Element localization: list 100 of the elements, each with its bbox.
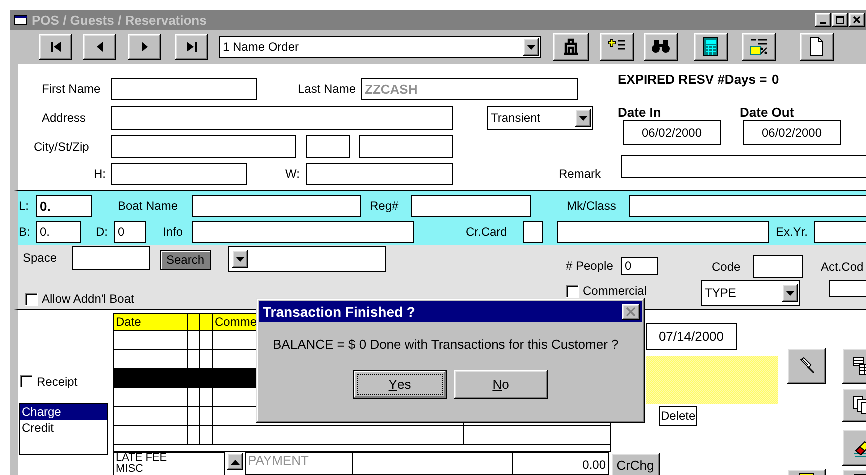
skip-forward-icon — [186, 41, 198, 53]
card-type-field[interactable] — [523, 221, 543, 243]
scroll-up-button[interactable] — [227, 453, 243, 470]
close-icon — [852, 15, 862, 25]
expiry-field[interactable] — [814, 221, 866, 243]
info-field[interactable] — [192, 221, 414, 243]
arch-icon — [561, 37, 581, 57]
search-button[interactable]: Search — [160, 250, 211, 270]
field-label: # People — [566, 259, 614, 273]
table-icon — [852, 356, 866, 376]
field-label: B: — [19, 225, 32, 239]
up-arrow-icon — [230, 458, 240, 464]
field-label: Code — [712, 260, 742, 274]
first-name-field[interactable] — [111, 78, 257, 100]
draft-field[interactable]: 0 — [114, 221, 146, 243]
close-icon — [626, 306, 636, 316]
tool-button[interactable] — [742, 33, 776, 61]
checkbox[interactable]: Receipt — [20, 374, 100, 388]
expired-days: 0 — [772, 73, 786, 87]
field-label: Date In — [618, 106, 662, 120]
field-label: H: — [93, 167, 106, 181]
guest-type-dropdown[interactable]: Transient — [487, 106, 593, 130]
charge-type-list: LATE FEE MISC — [113, 452, 225, 475]
calculator-icon — [701, 37, 721, 57]
field-label: Reg# — [370, 199, 400, 213]
close-button[interactable] — [849, 13, 865, 27]
sort-dropdown[interactable]: 1 Name Order — [219, 36, 541, 58]
field-label: Date Out — [740, 106, 796, 120]
maximize-button[interactable] — [832, 13, 848, 27]
field-label: Address — [42, 111, 88, 125]
field-label: L: — [19, 199, 30, 213]
field-label: Space — [23, 251, 58, 265]
people-field[interactable]: 0 — [621, 257, 658, 275]
tool-button[interactable] — [600, 33, 634, 61]
dialog-button[interactable]: No — [454, 370, 548, 399]
home-phone-field[interactable] — [111, 163, 247, 185]
code-field[interactable] — [753, 255, 803, 278]
dialog-button[interactable]: Yes — [353, 370, 447, 399]
maximize-icon — [835, 15, 845, 25]
remark-field[interactable] — [621, 155, 866, 178]
field-label: Mk/Class — [567, 199, 618, 213]
type-dropdown[interactable]: TYPE — [701, 280, 800, 306]
field-label: D: — [96, 225, 109, 239]
close-button[interactable] — [622, 304, 640, 320]
minimize-button[interactable] — [815, 13, 831, 27]
boat-name-field[interactable] — [192, 195, 361, 217]
date-in-field[interactable]: 06/02/2000 — [623, 120, 721, 145]
checkbox[interactable]: Commercial — [566, 284, 656, 298]
caret-icon — [784, 288, 796, 298]
last-button[interactable] — [175, 34, 208, 60]
field-label: Remark — [559, 167, 602, 181]
window-icon — [14, 14, 28, 26]
entry-field[interactable] — [353, 452, 513, 475]
card-number-field[interactable] — [557, 221, 769, 243]
city-field[interactable] — [111, 135, 296, 158]
field-label: Cr.Card — [466, 225, 508, 239]
date-out-field[interactable]: 06/02/2000 — [743, 120, 841, 145]
field-label: Last Name — [296, 82, 356, 96]
work-phone-field[interactable] — [306, 163, 453, 185]
table-row[interactable] — [113, 426, 611, 445]
tool-button[interactable] — [553, 33, 589, 61]
state-field[interactable] — [306, 135, 350, 158]
delete-button[interactable]: Delete — [659, 406, 697, 426]
address-field[interactable] — [111, 106, 453, 130]
field-label: Info — [163, 225, 184, 239]
search-button[interactable] — [644, 33, 678, 61]
caret-icon — [526, 42, 536, 52]
field-label: Act.Cod — [821, 260, 865, 274]
length-field[interactable]: 0. — [36, 195, 92, 217]
skip-back-icon — [50, 41, 62, 53]
space-field[interactable] — [72, 246, 150, 270]
caret-icon — [578, 114, 588, 122]
class-field[interactable] — [629, 195, 866, 217]
registration-field[interactable] — [411, 195, 531, 217]
date-field[interactable]: 07/14/2000 — [646, 323, 737, 350]
zip-field[interactable] — [359, 135, 453, 158]
next-button[interactable] — [128, 34, 161, 60]
space-dropdown[interactable] — [228, 246, 386, 272]
percent-list-icon — [749, 37, 769, 57]
new-button[interactable] — [800, 33, 834, 61]
field-label: W: — [284, 167, 300, 181]
caret-icon — [234, 254, 246, 264]
amount-field[interactable]: 0.00 — [513, 452, 609, 475]
minimize-icon — [820, 22, 826, 24]
crchg-button[interactable]: CrChg — [611, 453, 660, 475]
field-label: First Name — [42, 82, 102, 96]
pin-button[interactable] — [787, 348, 826, 384]
calculator-button[interactable] — [694, 33, 728, 61]
previous-button[interactable] — [83, 34, 116, 60]
act-code-field[interactable] — [829, 280, 866, 297]
window-title: POS / Guests / Reservations — [32, 12, 208, 28]
list-item[interactable]: Credit — [20, 420, 107, 436]
first-button[interactable] — [39, 34, 72, 60]
field-label: Ex.Yr. — [776, 225, 810, 239]
dialog-message: BALANCE = $ 0 Done with Transactions for this Customer ? — [273, 337, 619, 352]
column-header: Date — [113, 313, 188, 331]
checkbox[interactable]: Allow Addn'l Boat — [25, 292, 145, 306]
field-label: Boat Name — [118, 199, 180, 213]
beam-field[interactable]: 0. — [36, 221, 81, 243]
list-item[interactable]: Charge — [20, 404, 107, 420]
